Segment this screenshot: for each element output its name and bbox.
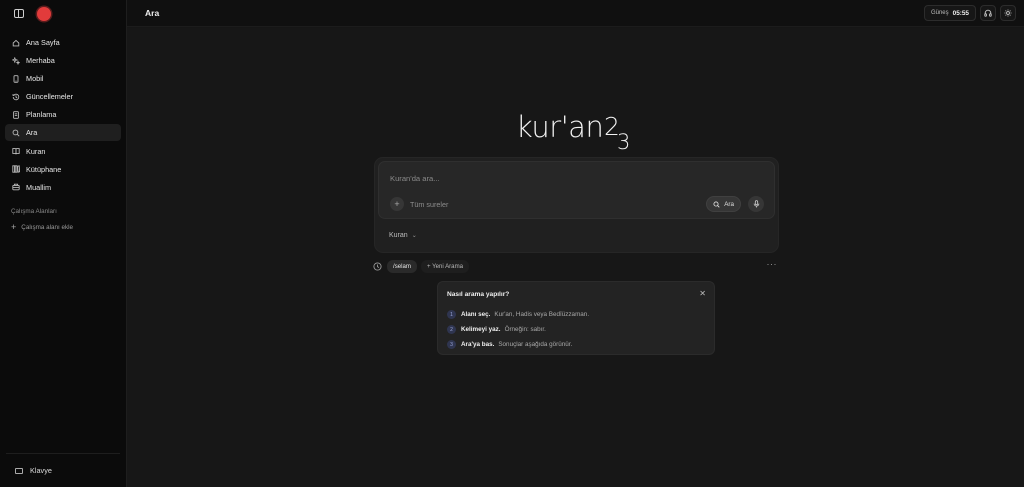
history-icon [12,93,20,101]
sidebar-item-label: Ara [26,128,38,138]
microphone-button[interactable] [748,196,764,212]
sidebar: Ana Sayfa Merhaba Mobil Güncellemeler Pl… [0,0,127,487]
sidebar-item-guncellemeler[interactable]: Güncellemeler [5,88,121,105]
sidebar-item-label: Mobil [26,74,44,84]
add-workspace-button[interactable]: + Çalışma alanı ekle [0,221,126,232]
teacher-icon [12,183,20,191]
scope-selector[interactable]: Tüm sureler [410,200,448,209]
sidebar-item-label: Muallim [26,182,52,192]
book-icon [12,147,20,155]
search-panel: Kuran'da ara... + Tüm sureler Ara Kuran [374,157,779,253]
app-window: Ana Sayfa Merhaba Mobil Güncellemeler Pl… [0,0,1024,487]
step-number: 3 [447,340,456,349]
sidebar-item-label: Kuran [26,146,46,156]
sidebar-item-label: Kütüphane [26,164,62,174]
step-title: Ara'ya bas. [461,341,495,348]
add-workspace-label: Çalışma alanı ekle [21,223,74,231]
page-title: Ara [145,8,160,18]
document-icon [12,111,20,119]
plus-icon: + [11,221,17,232]
step-title: Alanı seç. [461,311,491,318]
sidebar-item-mobil[interactable]: Mobil [5,70,121,87]
main-content: kur'an 2 3 Kuran'da ara... + Tüm sureler… [127,28,1024,487]
phone-icon [12,74,20,83]
sun-icon [1004,9,1012,17]
keyboard-label: Klavye [30,466,52,475]
sidebar-item-kuran[interactable]: Kuran [5,143,121,160]
step-title: Kelimeyi yaz. [461,326,501,333]
close-icon[interactable]: ✕ [699,290,706,298]
topbar: Ara Güneş 05:55 [127,0,1024,27]
new-search-button[interactable]: + Yeni Arama [420,259,470,273]
source-dropdown[interactable]: Kuran ⌄ [389,232,417,239]
step-text: Sonuçlar aşağıda görünür. [498,341,573,348]
step-number: 1 [447,310,456,319]
source-dropdown-label: Kuran [389,232,408,239]
sidebar-item-label: Merhaba [26,56,55,66]
help-step: 3 Ara'ya bas. Sonuçlar aşağıda görünür. [447,337,589,352]
sidebar-item-planlama[interactable]: Planlama [5,106,121,123]
help-step: 2 Kelimeyi yaz. Örneğin: sabır. [447,322,589,337]
more-options-icon[interactable]: ··· [767,260,778,269]
sidebar-item-kutuphane[interactable]: Kütüphane [5,161,121,178]
help-step: 1 Alanı seç. Kur'an, Hadis veya Bedîüzza… [447,307,589,322]
search-input[interactable]: Kuran'da ara... [390,174,440,183]
search-icon [713,200,720,208]
keyboard-button[interactable]: Klavye [6,453,120,487]
history-row: /selam + Yeni Arama ··· [373,259,779,273]
workspaces-heading: Çalışma Alanları [11,207,57,215]
sidebar-item-label: Ana Sayfa [26,38,60,47]
headphones-icon [984,9,992,17]
sparkle-icon [12,56,20,65]
sidebar-toggle-icon[interactable] [14,9,24,18]
sidebar-item-ara[interactable]: Ara [5,124,121,142]
brand-logo: kur'an 2 3 [516,110,630,154]
brand-number-bottom: 3 [617,130,630,154]
search-box: Kuran'da ara... + Tüm sureler Ara [378,161,775,219]
clock-icon[interactable] [373,261,382,271]
headphones-button[interactable] [980,5,996,21]
step-text: Örneğin: sabır. [504,326,546,333]
sidebar-item-label: Planlama [26,110,57,120]
sun-time: 05:55 [952,9,969,17]
help-title: Nasıl arama yapılır? [447,291,510,298]
add-attachment-button[interactable]: + [390,197,404,211]
app-logo[interactable] [37,6,51,21]
sidebar-item-muallim[interactable]: Muallim [5,179,121,196]
chevron-down-icon: ⌄ [411,233,417,239]
search-button[interactable]: Ara [706,196,741,212]
brand-name: kur'an [516,110,603,144]
search-button-label: Ara [724,200,734,208]
sidebar-item-ana-sayfa[interactable]: Ana Sayfa [5,34,121,51]
home-icon [12,39,20,47]
keyboard-icon [15,467,23,474]
sidebar-item-label: Güncellemeler [26,92,74,102]
topbar-actions: Güneş 05:55 [923,5,1016,21]
sidebar-item-merhaba[interactable]: Merhaba [5,52,121,69]
help-card: Nasıl arama yapılır? ✕ 1 Alanı seç. Kur'… [437,281,715,355]
help-steps: 1 Alanı seç. Kur'an, Hadis veya Bedîüzza… [447,307,589,352]
step-number: 2 [447,325,456,334]
sidebar-header [0,0,126,27]
library-icon [12,165,20,173]
sun-label: Güneş [930,10,949,16]
search-icon [12,129,20,137]
sidebar-nav: Ana Sayfa Merhaba Mobil Güncellemeler Pl… [0,34,126,196]
history-chip[interactable]: /selam [387,259,417,273]
microphone-icon [753,200,760,208]
theme-toggle-button[interactable] [1000,5,1016,21]
sun-time-badge[interactable]: Güneş 05:55 [923,5,976,21]
step-text: Kur'an, Hadis veya Bedîüzzaman. [494,311,590,318]
